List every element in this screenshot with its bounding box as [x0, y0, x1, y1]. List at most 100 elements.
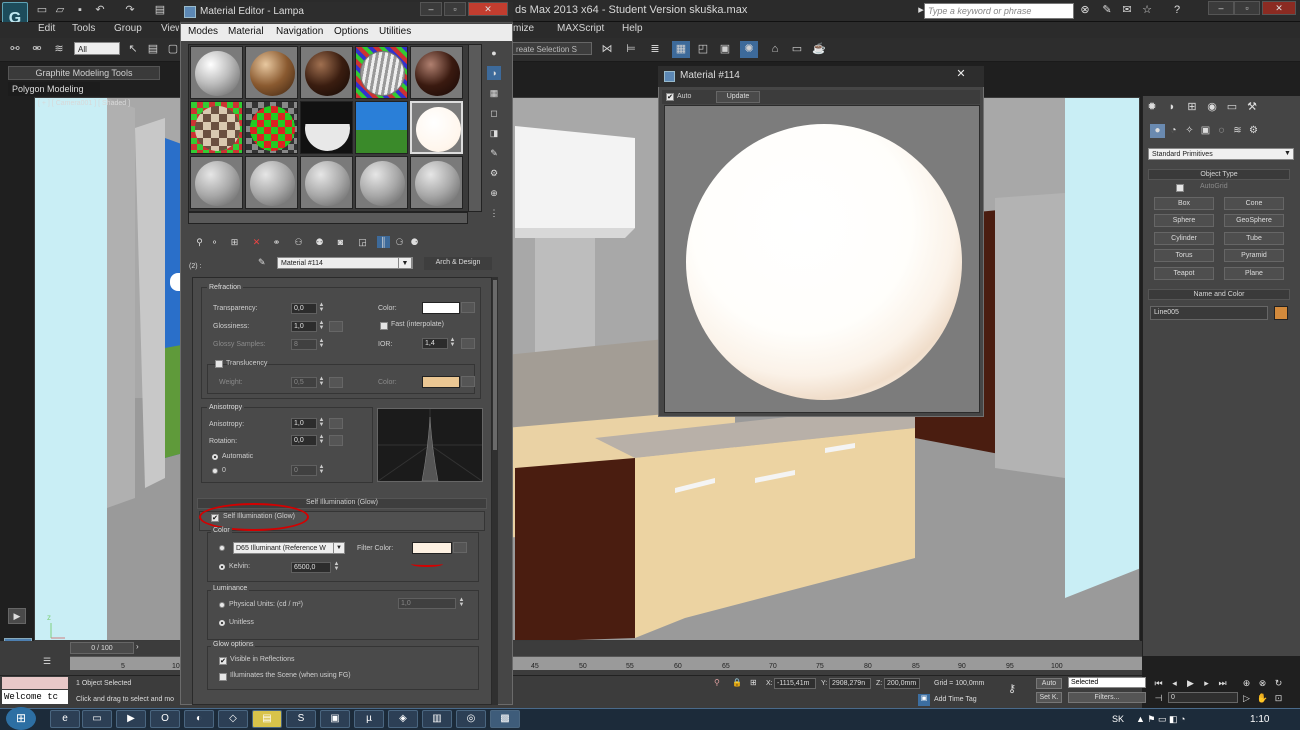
sample-slot[interactable] [245, 101, 298, 154]
spinner-arrows-icon[interactable]: ▲ ▼ [318, 302, 325, 314]
menu-group[interactable]: Group [114, 23, 142, 34]
anisotropy-spinner[interactable]: 1,0 [291, 418, 317, 429]
background-icon[interactable]: ▦ [487, 86, 501, 100]
parameters-scroll-thumb[interactable] [493, 280, 497, 450]
mat-close-button[interactable]: ✕ [468, 2, 508, 16]
sample-slot[interactable] [300, 101, 353, 154]
anisotropy-map-button[interactable] [329, 418, 343, 429]
glossiness-map-button[interactable] [329, 321, 343, 332]
set-key-button[interactable]: Set K. [1036, 692, 1062, 703]
material-editor-icon[interactable]: ✺ [740, 41, 758, 58]
object-type-rollout[interactable]: Object Type [1148, 169, 1290, 180]
assign-to-selection-icon[interactable]: ⊞ [228, 236, 241, 248]
autogrid-checkbox[interactable] [1176, 184, 1184, 192]
mat-minimize-button[interactable]: – [420, 2, 442, 16]
primitive-category-dropdown[interactable]: Standard Primitives [1148, 148, 1294, 160]
illuminates-scene-checkbox[interactable] [219, 673, 227, 681]
chevron-down-icon[interactable]: ▼ [1284, 148, 1294, 160]
spinner-arrows-icon[interactable]: ▲ ▼ [318, 320, 325, 332]
select-by-name-icon[interactable]: ▤ [144, 41, 162, 58]
spinner-arrows-icon[interactable]: ▲ ▼ [318, 464, 325, 476]
translucency-color-map-button[interactable] [461, 376, 475, 387]
sample-slot[interactable] [190, 46, 243, 99]
menu-customize[interactable]: mize [513, 23, 534, 34]
maps-icon[interactable]: ◈ [388, 710, 418, 728]
chevron-down-icon[interactable]: ▼ [333, 542, 345, 554]
maximize-viewport-icon[interactable]: ⊡ [1272, 692, 1285, 704]
cylinder-button[interactable]: Cylinder [1154, 232, 1214, 245]
rotation-spinner[interactable]: 0,0 [291, 435, 317, 446]
remote-icon[interactable]: ▣ [320, 710, 350, 728]
physical-units-spinner[interactable]: 1,0 [398, 598, 456, 609]
folder-icon[interactable]: ▥ [422, 710, 452, 728]
next-key-icon[interactable]: ▸ [1200, 677, 1213, 689]
go-to-start-icon[interactable]: ⏮ [1152, 677, 1165, 689]
layer-manager-icon[interactable]: ≣ [646, 41, 664, 58]
unlink-icon[interactable]: ⚮ [28, 41, 46, 58]
update-button[interactable]: Update [716, 91, 760, 103]
menu-tools[interactable]: Tools [72, 23, 95, 34]
illuminant-radio[interactable] [219, 545, 225, 551]
scene-explorer-icon[interactable]: ▦ [672, 41, 690, 58]
kelvin-radio[interactable] [219, 564, 225, 570]
favorites-icon[interactable]: ☆ [1138, 2, 1156, 19]
save-icon[interactable]: ▪ [72, 2, 88, 18]
sample-slot[interactable] [355, 156, 408, 209]
skype-icon[interactable]: S [286, 710, 316, 728]
uv-tiling-icon[interactable]: ◻ [487, 106, 501, 120]
align-icon[interactable]: ⊨ [622, 41, 640, 58]
isolate-icon[interactable]: ⚲ [714, 678, 720, 687]
sample-slot[interactable] [300, 46, 353, 99]
key-filter-dropdown[interactable]: Selected [1068, 677, 1146, 688]
map-channel-radio[interactable] [212, 468, 218, 474]
tube-button[interactable]: Tube [1224, 232, 1284, 245]
spinner-arrows-icon[interactable]: ▲ ▼ [318, 434, 325, 446]
restore-button[interactable]: ▫ [1234, 1, 1260, 15]
translucency-checkbox[interactable] [215, 360, 223, 368]
systems-icon[interactable]: ⚙ [1246, 124, 1261, 138]
automatic-radio[interactable] [212, 454, 218, 460]
binoculars-icon[interactable]: ⊗ [1076, 2, 1094, 19]
hierarchy-tab-icon[interactable]: ⊞ [1184, 100, 1200, 114]
chevron-down-icon[interactable]: ▼ [398, 257, 412, 269]
spinner-arrows-icon[interactable]: ▲ ▼ [318, 417, 325, 429]
app-icon[interactable]: ◇ [218, 710, 248, 728]
firefox-icon[interactable]: ◐ [184, 710, 214, 728]
object-color-swatch[interactable] [1274, 306, 1288, 320]
unitless-radio[interactable] [219, 620, 225, 626]
sample-type-icon[interactable]: ● [487, 46, 501, 60]
geometry-icon[interactable]: ● [1150, 124, 1165, 138]
ior-spinner[interactable]: 1,4 [422, 338, 448, 349]
plane-button[interactable]: Plane [1224, 267, 1284, 280]
shapes-icon[interactable]: ◔ [1166, 124, 1181, 138]
object-name-field[interactable]: Line005 [1150, 306, 1268, 320]
spinner-arrows-icon[interactable]: ▲ ▼ [449, 337, 456, 349]
material-type-button[interactable]: Arch & Design [424, 257, 492, 270]
mat-menu-modes[interactable]: Modes [188, 26, 218, 37]
current-frame-field[interactable]: 0 [1168, 692, 1238, 703]
open-file-icon[interactable]: ▱ [52, 2, 68, 18]
visible-in-reflections-checkbox[interactable]: ✔ [219, 657, 227, 665]
pick-material-icon[interactable]: ✎ [258, 257, 266, 268]
material-navigator-icon[interactable]: ⋮ [487, 206, 501, 220]
utorrent-icon[interactable]: µ [354, 710, 384, 728]
glossy-samples-spinner[interactable]: 8 [291, 339, 317, 350]
key-filters-button[interactable]: Filters... [1068, 692, 1146, 703]
filter-color-map-button[interactable] [453, 542, 467, 553]
lights-icon[interactable]: ✧ [1182, 124, 1197, 138]
sphere-button[interactable]: Sphere [1154, 214, 1214, 227]
rotation-map-button[interactable] [329, 435, 343, 446]
spinner-arrows-icon[interactable]: ▲ ▼ [318, 338, 325, 350]
copy-material-icon[interactable]: ⚭ [270, 236, 283, 248]
hold-icon[interactable]: ▤ [152, 2, 168, 18]
search-input[interactable]: Type a keyword or phrase [924, 3, 1074, 19]
geosphere-button[interactable]: GeoSphere [1224, 214, 1284, 227]
name-and-color-rollout[interactable]: Name and Color [1148, 289, 1290, 300]
ie-icon[interactable]: e [50, 710, 80, 728]
close-button[interactable]: ✕ [1262, 1, 1296, 15]
go-to-end-icon[interactable]: ⏭ [1216, 677, 1229, 689]
backlight-icon[interactable]: ◑ [487, 66, 501, 80]
opera-icon[interactable]: O [150, 710, 180, 728]
viewport-label[interactable]: [ + ] [ Camera001 ] [ Shaded ] [38, 100, 130, 107]
named-selection-dropdown[interactable]: reate Selection S [512, 42, 592, 55]
